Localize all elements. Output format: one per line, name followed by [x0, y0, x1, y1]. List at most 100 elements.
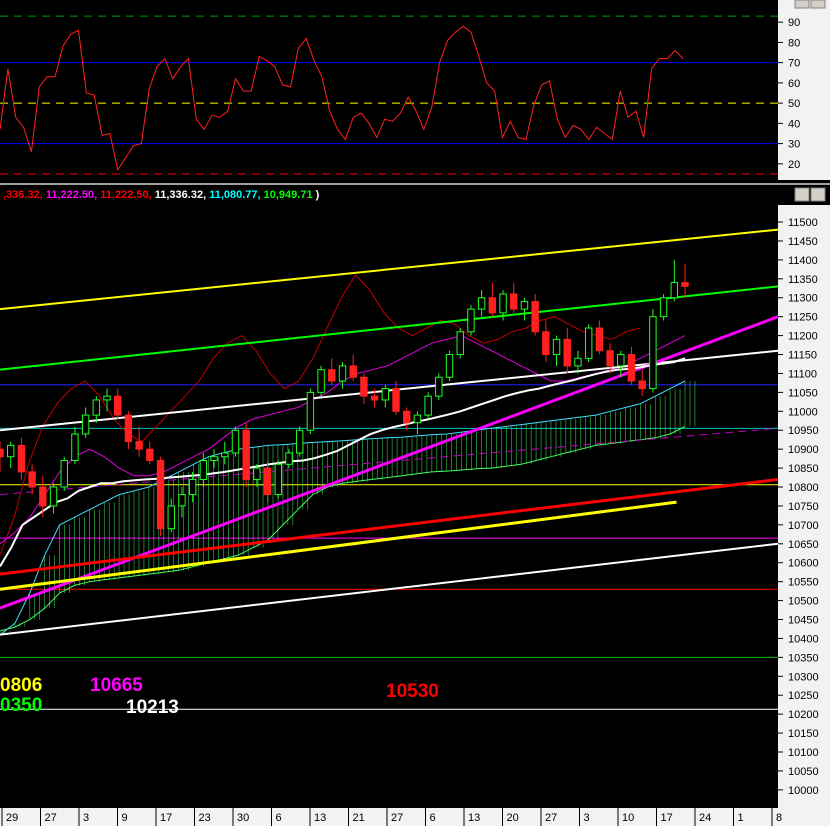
candle-body — [0, 448, 4, 458]
candle-body — [295, 429, 304, 454]
candle-body — [274, 463, 282, 496]
x-tick-label: 29 — [6, 812, 18, 824]
y-tick-label: 10500 — [788, 596, 819, 608]
price-restore-icon[interactable] — [794, 187, 810, 202]
y-tick-label: 10400 — [788, 633, 819, 645]
chart-window: 90 80 70 60 50 40 30 20 ,336.32, 11,222.50, 11,… — [0, 0, 830, 826]
candle-body — [199, 460, 208, 480]
candle-body — [188, 478, 197, 496]
candle-body — [49, 486, 58, 507]
x-tick-label: 3 — [584, 812, 590, 824]
y-tick-label: 10300 — [788, 671, 819, 683]
candle-body — [563, 338, 571, 367]
y-tick-label: 10600 — [788, 558, 819, 570]
y-tick-label: 10450 — [788, 615, 819, 627]
candle-body — [135, 441, 143, 450]
candle-body — [242, 429, 250, 480]
candle-body — [510, 293, 518, 310]
x-tick-label: 20 — [507, 812, 519, 824]
y-tick-label: 10850 — [788, 463, 819, 475]
y-tick-label: 10950 — [788, 425, 819, 437]
candle-body — [146, 448, 154, 462]
x-tick-label: 6 — [276, 812, 282, 824]
candle-body — [360, 376, 368, 397]
trend-line — [0, 477, 779, 576]
candle-body — [574, 357, 582, 367]
y-tick-label: 11300 — [788, 293, 818, 305]
level-label: 0350 — [0, 695, 42, 716]
candle-body — [178, 494, 186, 507]
candle-body — [231, 429, 240, 454]
y-tick-label: 10700 — [788, 520, 819, 532]
ohlc-value: 11,222.50, — [100, 189, 154, 201]
candle-body — [92, 399, 101, 416]
y-tick-label: 10150 — [788, 728, 819, 740]
x-tick-label: 8 — [776, 812, 782, 824]
candle-body — [349, 365, 357, 378]
level-label: 0806 — [0, 675, 42, 696]
x-tick-label: 30 — [237, 812, 249, 824]
candle-body — [156, 460, 165, 530]
candle-body — [60, 460, 68, 488]
candle-body — [659, 297, 668, 318]
ohlc-value: 11,222.50, — [46, 189, 100, 201]
candle-body — [328, 369, 336, 382]
candle-body — [520, 301, 529, 310]
candle-body — [531, 301, 539, 333]
candle-body — [681, 282, 689, 287]
candle-body — [167, 505, 175, 530]
candle-body — [210, 456, 218, 462]
x-tick-label: 1 — [738, 812, 744, 824]
y-tick-label: 10350 — [788, 652, 819, 664]
x-tick-label: 3 — [83, 812, 89, 824]
ohlc-value: 10,949.71 — [264, 189, 313, 201]
x-tick-label: 17 — [661, 812, 673, 824]
y-tick-label: 10200 — [788, 709, 819, 721]
candle-body — [253, 467, 261, 480]
candle-body — [606, 350, 614, 367]
candle-body — [103, 395, 111, 401]
candle-body — [456, 331, 464, 356]
y-tick-label: 10750 — [788, 501, 819, 513]
x-tick-label: 24 — [699, 812, 711, 824]
x-tick-label: 23 — [199, 812, 211, 824]
candle-body — [403, 410, 411, 424]
candle-body — [595, 327, 604, 352]
ohlc-readout: ,336.32, 11,222.50, 11,222.50, 11,336.32… — [3, 189, 320, 201]
candle-body — [477, 297, 486, 310]
price-close-icon[interactable] — [810, 187, 826, 202]
x-tick-label: 17 — [160, 812, 172, 824]
y-tick-label: 11050 — [788, 387, 818, 399]
candle-body — [381, 388, 390, 401]
x-tick-label: 9 — [122, 812, 128, 824]
trend-line — [0, 500, 677, 591]
candle-body — [392, 388, 400, 412]
candle-body — [370, 395, 379, 401]
y-tick-label: 11000 — [788, 406, 818, 418]
y-tick-label: 11100 — [788, 368, 817, 380]
y-tick-label: 11500 — [788, 217, 818, 229]
candle-body — [39, 486, 47, 507]
ohlc-value: ) — [313, 189, 320, 201]
candle-body — [467, 308, 475, 333]
x-tick-label: 13 — [314, 812, 326, 824]
candle-body — [435, 376, 443, 397]
y-tick-label: 10550 — [788, 577, 819, 589]
candle-body — [28, 471, 36, 488]
x-tick-label: 10 — [622, 812, 634, 824]
trend-line — [0, 315, 779, 610]
candle-body — [221, 452, 229, 458]
candle-body — [584, 327, 593, 359]
candle-body — [17, 444, 26, 473]
y-tick-label: 10000 — [788, 785, 819, 797]
candle-body — [71, 433, 79, 462]
y-tick-label: 10650 — [788, 539, 819, 551]
candle-body — [552, 338, 561, 356]
candle-body — [670, 282, 679, 299]
candle-body — [617, 354, 625, 367]
y-tick-label: 11400 — [788, 255, 818, 267]
candle-body — [413, 414, 422, 424]
candle-body — [638, 380, 646, 390]
y-tick-label: 11150 — [788, 350, 817, 362]
ohlc-value: 11,336.32, — [155, 189, 209, 201]
